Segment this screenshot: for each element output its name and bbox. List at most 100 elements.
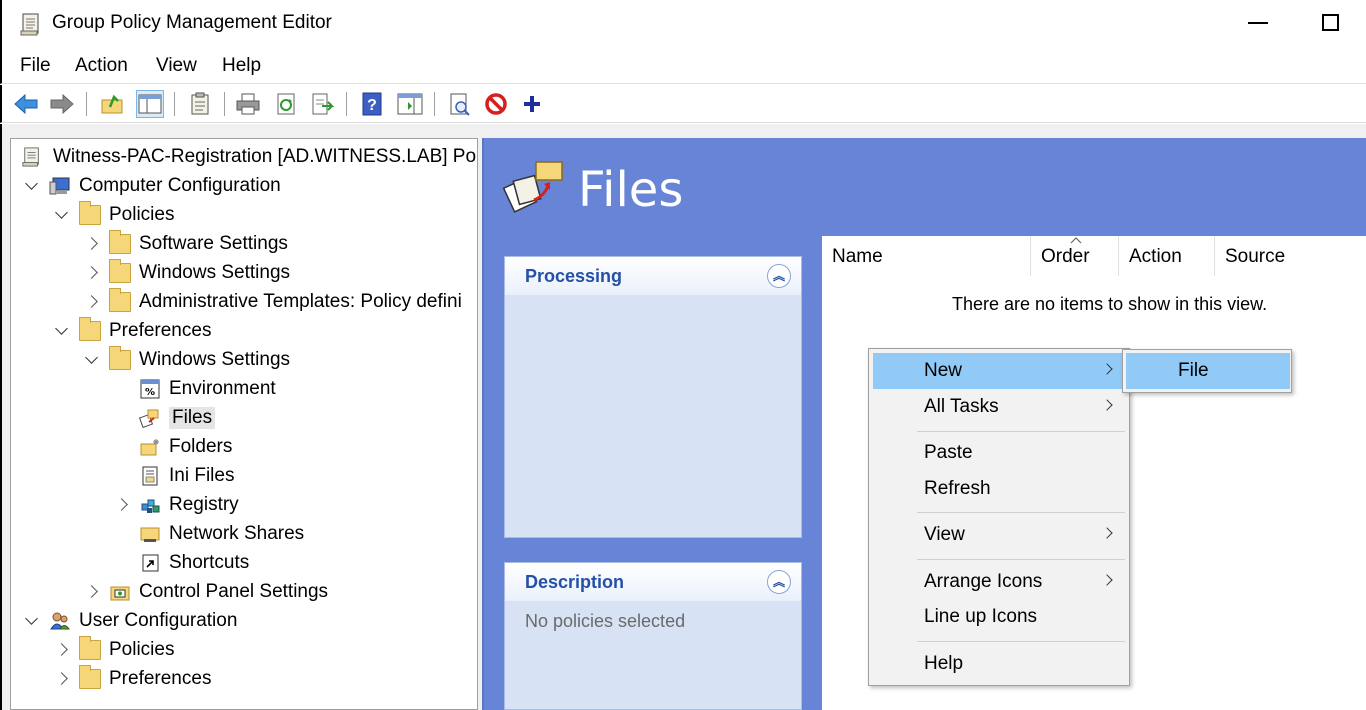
refresh-icon[interactable] (272, 90, 300, 118)
policy-editor-icon (20, 13, 39, 36)
menu-item-label: Arrange Icons (924, 571, 1043, 592)
chevron-down-icon[interactable] (25, 179, 39, 193)
tree-label: Computer Configuration (79, 174, 281, 196)
context-menu-arrange-icons[interactable]: Arrange Icons (873, 564, 1125, 600)
tree-item-user-policies[interactable]: Policies (55, 635, 174, 664)
tree-label: Software Settings (139, 232, 288, 254)
folder-icon (79, 635, 101, 660)
title-bar: Group Policy Management Editor (0, 0, 1366, 48)
chevron-right-icon[interactable] (85, 585, 99, 599)
folder-icon (79, 316, 101, 341)
chevron-right-icon[interactable] (85, 295, 99, 309)
description-panel: Description ︽ No policies selected (504, 562, 802, 710)
tree-item-policies[interactable]: Policies (55, 200, 174, 229)
tree-label: User Configuration (79, 609, 238, 631)
properties-icon[interactable] (186, 90, 214, 118)
context-menu-line-up-icons[interactable]: Line up Icons (873, 599, 1125, 635)
submenu-file[interactable]: File (1126, 353, 1290, 389)
tree-label: Files (169, 406, 216, 429)
folder-icon (109, 345, 131, 370)
help-icon[interactable]: ? (358, 90, 386, 118)
toolbar: ? (0, 85, 1366, 123)
column-header-order[interactable]: Order (1041, 246, 1090, 268)
column-header-action[interactable]: Action (1129, 246, 1182, 268)
tree-item-user-configuration[interactable]: User Configuration (25, 606, 237, 635)
chevron-right-icon[interactable] (55, 643, 69, 657)
tree-item-software-settings[interactable]: Software Settings (85, 229, 288, 258)
minimize-button[interactable] (1248, 22, 1268, 24)
details-icon[interactable] (446, 90, 474, 118)
column-header-source[interactable]: Source (1225, 246, 1285, 268)
tree-item-user-preferences[interactable]: Preferences (55, 664, 211, 693)
column-header-name[interactable]: Name (832, 246, 883, 268)
chevron-right-icon[interactable] (55, 672, 69, 686)
disable-icon[interactable] (482, 90, 510, 118)
tree-item-computer-configuration[interactable]: Computer Configuration (25, 171, 281, 200)
chevron-right-icon (1101, 574, 1113, 586)
folder-icon (109, 287, 131, 312)
context-menu-all-tasks[interactable]: All Tasks (873, 389, 1125, 425)
tree-label: Preferences (109, 667, 212, 689)
collapse-icon[interactable]: ︽ (767, 264, 791, 288)
chevron-down-icon[interactable] (85, 353, 99, 367)
tree-item-ini-files[interactable]: Ini Files (115, 461, 234, 490)
tree-item-windows-settings[interactable]: Windows Settings (85, 258, 290, 287)
tree-label: Policies (109, 638, 175, 660)
menu-item-label: Refresh (924, 478, 991, 499)
menu-item-label: Line up Icons (924, 606, 1038, 627)
forward-icon[interactable] (48, 90, 76, 118)
chevron-down-icon[interactable] (55, 208, 69, 222)
show-action-pane-icon[interactable] (396, 90, 424, 118)
computer-icon (49, 177, 70, 194)
environment-icon: % (140, 379, 160, 398)
context-menu-new[interactable]: New (873, 353, 1125, 389)
console-tree: Witness-PAC-Registration [AD.WITNESS.LAB… (10, 138, 478, 710)
main-area: Witness-PAC-Registration [AD.WITNESS.LAB… (0, 124, 1366, 710)
description-panel-header: Description ︽ (505, 563, 801, 601)
chevron-right-icon (1101, 363, 1113, 375)
collapse-icon[interactable]: ︽ (767, 570, 791, 594)
chevron-down-icon[interactable] (55, 324, 69, 338)
menu-view[interactable]: View (156, 55, 197, 77)
description-text: No policies selected (525, 611, 686, 631)
chevron-down-icon[interactable] (25, 614, 39, 628)
tree-root[interactable]: Witness-PAC-Registration [AD.WITNESS.LAB… (21, 142, 478, 171)
print-icon[interactable] (234, 90, 262, 118)
tree-label: Windows Settings (139, 261, 291, 283)
context-menu-paste[interactable]: Paste (873, 435, 1125, 471)
tree-item-control-panel-settings[interactable]: Control Panel Settings (85, 577, 328, 606)
files-icon (139, 409, 159, 428)
context-menu-view[interactable]: View (873, 517, 1125, 553)
chevron-right-icon[interactable] (115, 498, 129, 512)
processing-title: Processing (525, 265, 623, 286)
tree-item-administrative-templates[interactable]: Administrative Templates: Policy defini (85, 287, 462, 316)
maximize-button[interactable] (1322, 14, 1339, 31)
tree-item-registry[interactable]: Registry (115, 490, 239, 519)
tree-item-folders[interactable]: Folders (115, 432, 232, 461)
svg-text:?: ? (367, 97, 377, 114)
menu-action[interactable]: Action (75, 55, 128, 77)
add-icon[interactable] (518, 90, 546, 118)
tree-item-preferences[interactable]: Preferences (55, 316, 211, 345)
export-list-icon[interactable] (308, 90, 336, 118)
tree-item-shortcuts[interactable]: Shortcuts (115, 548, 249, 577)
tree-item-pref-windows-settings[interactable]: Windows Settings (85, 345, 290, 374)
back-icon[interactable] (12, 90, 40, 118)
window-title: Group Policy Management Editor (52, 12, 332, 33)
tree-item-environment[interactable]: % Environment (115, 374, 276, 403)
menu-help[interactable]: Help (222, 55, 261, 77)
tree-label: Preferences (109, 319, 212, 341)
tree-item-files[interactable]: Files (115, 403, 216, 432)
context-menu-help[interactable]: Help (873, 646, 1125, 682)
ini-file-icon (142, 466, 158, 485)
menu-item-label: View (924, 524, 965, 545)
chevron-right-icon[interactable] (85, 266, 99, 280)
chevron-right-icon[interactable] (85, 237, 99, 251)
menu-file[interactable]: File (20, 55, 51, 77)
up-folder-icon[interactable] (98, 90, 126, 118)
show-hide-tree-icon[interactable] (136, 90, 164, 118)
tree-root-label: Witness-PAC-Registration [AD.WITNESS.LAB… (53, 145, 478, 167)
context-menu-refresh[interactable]: Refresh (873, 471, 1125, 507)
tree-item-network-shares[interactable]: Network Shares (115, 519, 304, 548)
files-header-icon (502, 161, 563, 213)
